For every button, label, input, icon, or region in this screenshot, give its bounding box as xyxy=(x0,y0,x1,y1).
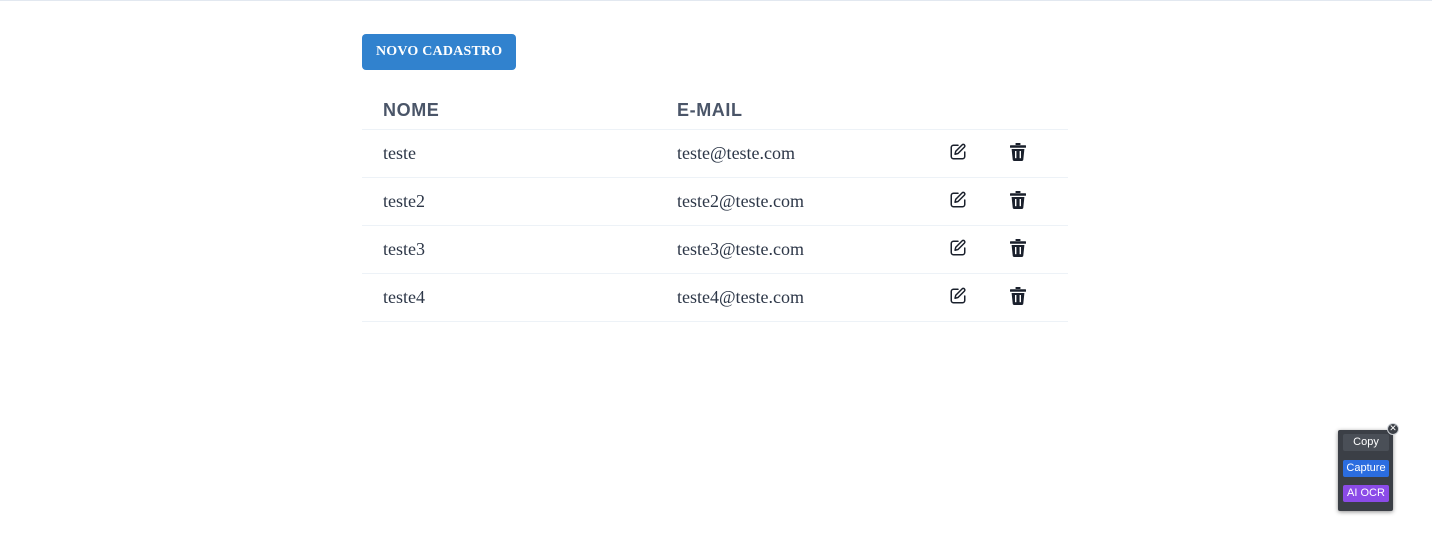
edit-cell xyxy=(927,177,987,226)
delete-cell xyxy=(987,129,1068,178)
trash-icon[interactable] xyxy=(1007,237,1029,259)
edit-cell xyxy=(927,273,987,322)
header-name: NOME xyxy=(362,91,656,130)
users-panel: NOVO CADASTRO NOME E-MAIL teste teste@te… xyxy=(362,34,1068,322)
edit-icon[interactable] xyxy=(947,237,969,259)
table-row: teste4 teste4@teste.com xyxy=(362,273,1068,322)
delete-cell xyxy=(987,273,1068,322)
row-email: teste2@teste.com xyxy=(656,177,927,226)
edit-icon[interactable] xyxy=(947,285,969,307)
edit-icon[interactable] xyxy=(947,141,969,163)
table-row: teste3 teste3@teste.com xyxy=(362,225,1068,274)
header-delete xyxy=(987,91,1068,130)
row-email: teste@teste.com xyxy=(656,129,927,178)
users-table: NOME E-MAIL teste teste@teste.com teste2… xyxy=(362,91,1068,322)
edit-icon[interactable] xyxy=(947,189,969,211)
capture-button[interactable]: Capture xyxy=(1343,460,1389,477)
delete-cell xyxy=(987,225,1068,274)
top-divider xyxy=(0,0,1432,1)
header-edit xyxy=(927,91,987,130)
edit-cell xyxy=(927,225,987,274)
row-email: teste4@teste.com xyxy=(656,273,927,322)
row-name: teste4 xyxy=(362,273,656,322)
row-email: teste3@teste.com xyxy=(656,225,927,274)
table-header-row: NOME E-MAIL xyxy=(362,91,1068,130)
edit-cell xyxy=(927,129,987,178)
ai-ocr-button[interactable]: AI OCR xyxy=(1343,485,1389,502)
trash-icon[interactable] xyxy=(1007,189,1029,211)
ocr-widget: Copy Capture AI OCR xyxy=(1338,430,1393,511)
row-name: teste2 xyxy=(362,177,656,226)
table-row: teste2 teste2@teste.com xyxy=(362,177,1068,226)
trash-icon[interactable] xyxy=(1007,141,1029,163)
close-icon[interactable]: ✕ xyxy=(1387,423,1399,435)
new-registration-button[interactable]: NOVO CADASTRO xyxy=(362,34,517,70)
row-name: teste xyxy=(362,129,656,178)
copy-button[interactable]: Copy xyxy=(1343,434,1389,451)
row-name: teste3 xyxy=(362,225,656,274)
delete-cell xyxy=(987,177,1068,226)
header-email: E-MAIL xyxy=(656,91,927,130)
table-body: teste teste@teste.com teste2 teste2@test… xyxy=(362,129,1068,322)
trash-icon[interactable] xyxy=(1007,285,1029,307)
table-row: teste teste@teste.com xyxy=(362,129,1068,178)
